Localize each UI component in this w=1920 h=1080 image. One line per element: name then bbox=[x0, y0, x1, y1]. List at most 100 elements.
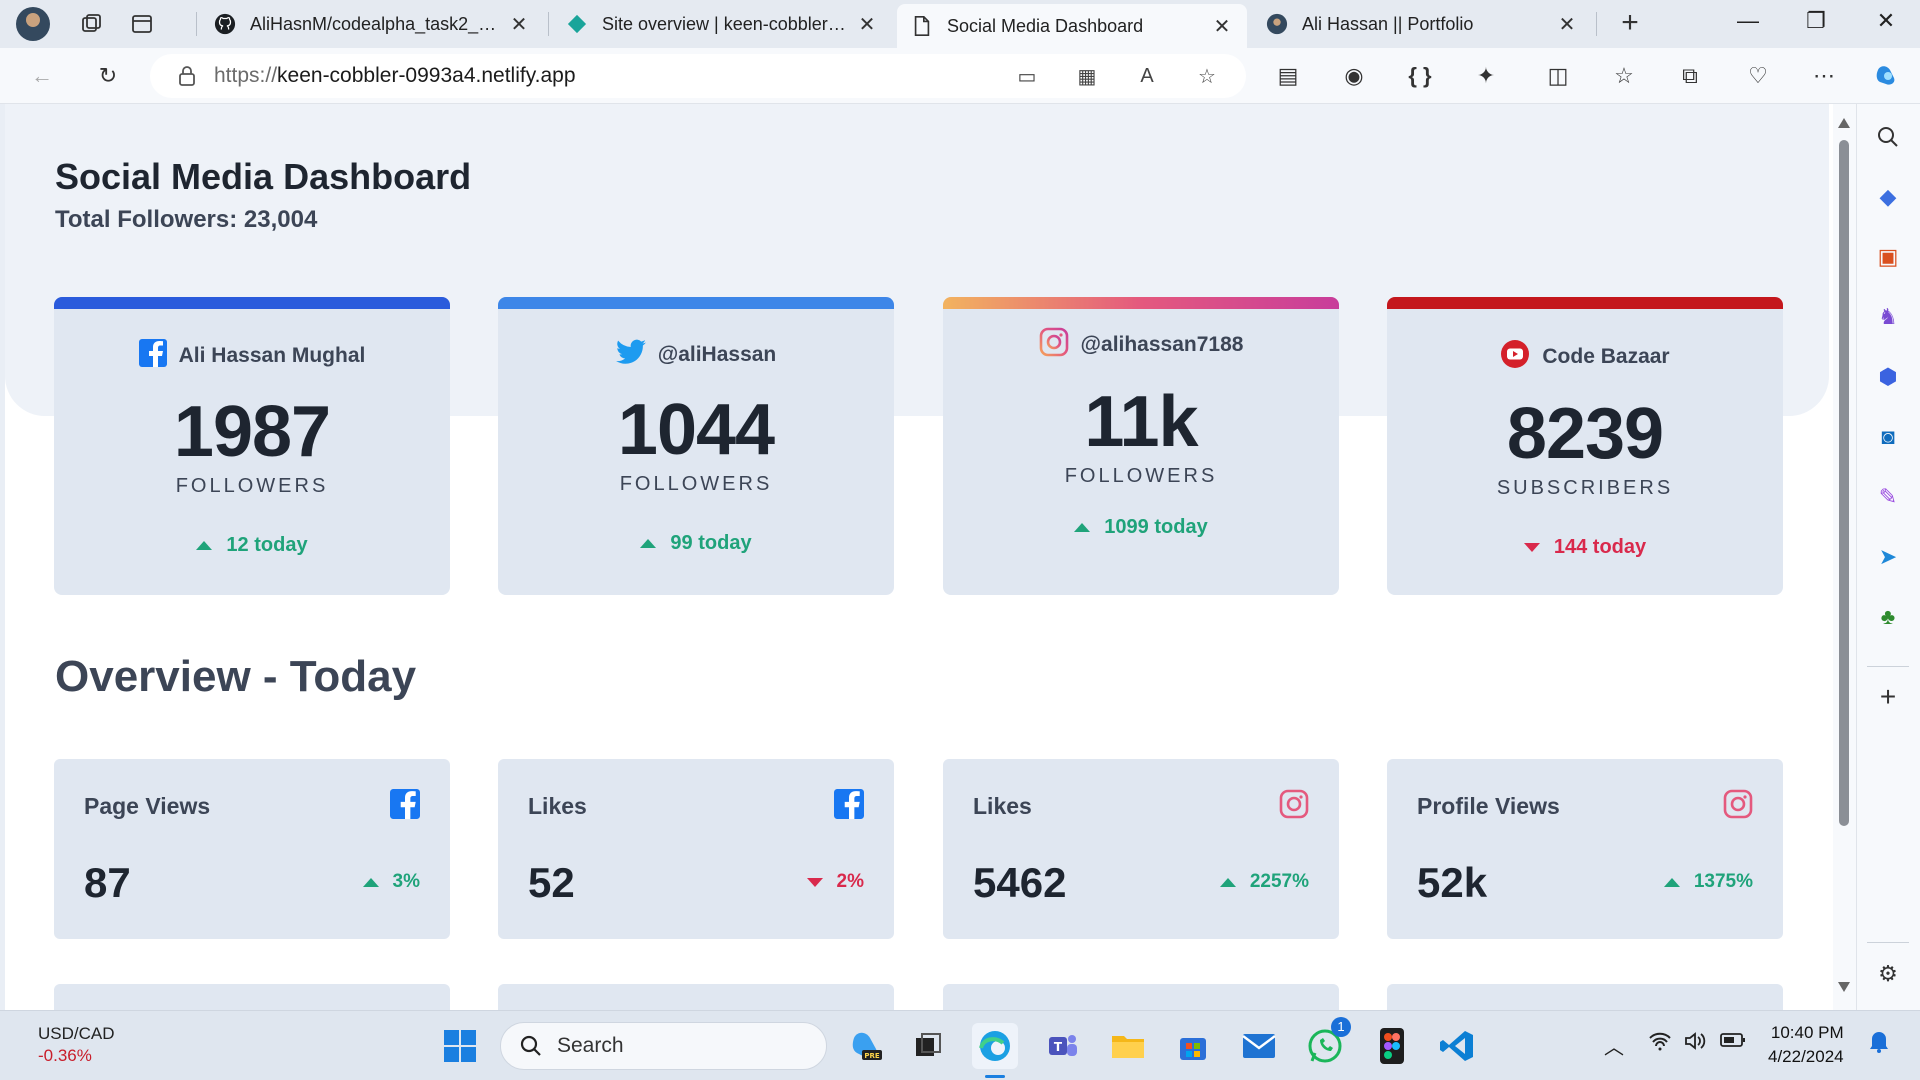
edge-browser-icon[interactable] bbox=[972, 1023, 1018, 1069]
show-hidden-icons-icon[interactable]: ︿ bbox=[1604, 1031, 1624, 1060]
search-icon[interactable] bbox=[1873, 122, 1903, 152]
split-screen-icon[interactable]: ◫ bbox=[1542, 60, 1574, 92]
restore-button[interactable]: ❐ bbox=[1796, 8, 1836, 40]
tab-github[interactable]: AliHasnM/codealpha_task2_social ✕ bbox=[200, 5, 544, 43]
microsoft-365-icon[interactable]: ⬢ bbox=[1873, 362, 1903, 392]
tools-icon[interactable]: ▣ bbox=[1873, 242, 1903, 272]
card-delta: 1099 today bbox=[943, 516, 1339, 539]
scroll-thumb[interactable] bbox=[1839, 140, 1849, 826]
tree-icon[interactable]: ♣ bbox=[1873, 602, 1903, 632]
wifi-icon[interactable] bbox=[1648, 1031, 1672, 1057]
youtube-icon bbox=[1500, 339, 1530, 375]
twitter-followers-card[interactable]: @aliHassan 1044 FOLLOWERS 99 today bbox=[498, 297, 894, 595]
address-bar[interactable]: https://keen-cobbler-0993a4.netlify.app … bbox=[150, 54, 1246, 98]
volume-icon[interactable] bbox=[1684, 1031, 1708, 1057]
card-handle: @aliHassan bbox=[657, 343, 777, 366]
add-icon[interactable]: + bbox=[1873, 681, 1903, 712]
up-arrow-icon bbox=[1663, 877, 1680, 887]
overview-label: Likes bbox=[973, 793, 1032, 819]
overview-value: 52k bbox=[1417, 859, 1488, 906]
overview-card-partial[interactable] bbox=[498, 984, 894, 1010]
send-icon[interactable]: ➤ bbox=[1873, 542, 1903, 572]
instagram-followers-card[interactable]: @alihassan7188 11k FOLLOWERS 1099 today bbox=[943, 297, 1339, 595]
windows-start-icon[interactable] bbox=[437, 1023, 483, 1069]
minimize-button[interactable]: — bbox=[1728, 8, 1768, 40]
task-view-icon[interactable] bbox=[905, 1023, 951, 1069]
netlify-icon bbox=[566, 13, 588, 35]
favorites-icon[interactable]: ☆ bbox=[1608, 60, 1640, 92]
overview-label: Page Views bbox=[84, 793, 211, 819]
back-icon[interactable]: ← bbox=[26, 60, 58, 92]
overview-label: Likes bbox=[528, 793, 587, 819]
tab-netlify[interactable]: Site overview | keen-cobbler-0993a4 ✕ bbox=[552, 5, 892, 43]
read-aloud-icon[interactable]: A bbox=[1132, 61, 1162, 91]
teams-icon[interactable]: T bbox=[1040, 1023, 1086, 1069]
card-delta: 99 today bbox=[498, 532, 894, 555]
refresh-icon[interactable]: ↻ bbox=[92, 60, 124, 92]
battery-icon[interactable] bbox=[1720, 1031, 1746, 1054]
total-followers: Total Followers: 23,004 bbox=[55, 206, 318, 233]
tab-portfolio[interactable]: Ali Hassan || Portfolio ✕ bbox=[1252, 5, 1592, 43]
stock-widget[interactable]: USD/CAD -0.36% bbox=[38, 1023, 115, 1067]
down-arrow-icon bbox=[806, 877, 823, 887]
overview-card-instagram-likes[interactable]: Likes 5462 2257% bbox=[943, 759, 1339, 939]
close-tab-icon[interactable]: ✕ bbox=[1211, 14, 1233, 39]
youtube-subscribers-card[interactable]: Code Bazaar 8239 SUBSCRIBERS 144 today bbox=[1387, 297, 1783, 595]
tab-title: AliHasnM/codealpha_task2_social bbox=[250, 13, 500, 34]
overview-card-facebook-likes[interactable]: Likes 52 2% bbox=[498, 759, 894, 939]
lock-icon[interactable] bbox=[178, 65, 198, 87]
profile-avatar[interactable] bbox=[16, 7, 50, 41]
close-window-button[interactable]: ✕ bbox=[1866, 8, 1906, 40]
overview-card-partial[interactable] bbox=[54, 984, 450, 1010]
scroll-down-icon[interactable] bbox=[1838, 982, 1850, 992]
more-options-icon[interactable]: ⋯ bbox=[1808, 60, 1840, 92]
vscode-icon[interactable] bbox=[1434, 1023, 1480, 1069]
overview-card-partial[interactable] bbox=[1387, 984, 1783, 1010]
shopping-tag-icon[interactable]: ◆ bbox=[1873, 182, 1903, 212]
browser-essentials-icon[interactable]: ♡ bbox=[1742, 60, 1774, 92]
overview-label: Profile Views bbox=[1417, 793, 1560, 819]
card-count: 1044 bbox=[617, 390, 775, 470]
devtools-icon[interactable]: { } bbox=[1404, 60, 1436, 92]
games-icon[interactable]: ♞ bbox=[1873, 302, 1903, 332]
favorite-star-icon[interactable]: ☆ bbox=[1192, 61, 1222, 91]
mail-icon[interactable] bbox=[1236, 1023, 1282, 1069]
overview-card-page-views[interactable]: Page Views 87 3% bbox=[54, 759, 450, 939]
extensions-icon[interactable]: ✦ bbox=[1470, 60, 1502, 92]
settings-gear-icon[interactable]: ⚙ bbox=[1873, 959, 1903, 989]
camera-icon[interactable]: ◉ bbox=[1338, 60, 1370, 92]
close-tab-icon[interactable]: ✕ bbox=[508, 12, 530, 37]
qr-code-icon[interactable]: ▦ bbox=[1072, 61, 1102, 91]
file-explorer-icon[interactable] bbox=[1105, 1023, 1151, 1069]
web-capture-icon[interactable]: ▤ bbox=[1272, 60, 1304, 92]
notification-bell-icon[interactable] bbox=[1868, 1029, 1890, 1059]
microsoft-store-icon[interactable] bbox=[1170, 1023, 1216, 1069]
new-tab-button[interactable]: + bbox=[1614, 8, 1646, 40]
workspaces-icon[interactable] bbox=[78, 10, 106, 38]
facebook-followers-card[interactable]: Ali Hassan Mughal 1987 FOLLOWERS 12 toda… bbox=[54, 297, 450, 595]
designer-icon[interactable]: ✎ bbox=[1873, 482, 1903, 512]
copilot-icon[interactable] bbox=[1870, 60, 1902, 92]
clock-time: 10:40 PM bbox=[1770, 1023, 1844, 1042]
tab-title: Ali Hassan || Portfolio bbox=[1302, 13, 1474, 34]
taskbar-search[interactable]: Search bbox=[500, 1022, 827, 1070]
system-clock[interactable]: 10:40 PM 4/22/2024 bbox=[1768, 1021, 1844, 1069]
up-arrow-icon bbox=[362, 877, 379, 887]
url-text[interactable]: https://keen-cobbler-0993a4.netlify.app bbox=[214, 64, 576, 88]
tab-title: Social Media Dashboard bbox=[947, 15, 1144, 36]
overview-card-partial[interactable] bbox=[943, 984, 1339, 1010]
figma-icon[interactable] bbox=[1369, 1023, 1415, 1069]
outlook-icon[interactable]: ◙ bbox=[1873, 422, 1903, 452]
close-tab-icon[interactable]: ✕ bbox=[856, 12, 878, 37]
tab-social-media-dashboard[interactable]: Social Media Dashboard ✕ bbox=[897, 4, 1247, 48]
overview-delta: 2% bbox=[806, 871, 864, 893]
collections-icon[interactable]: ⧉ bbox=[1674, 60, 1706, 92]
copilot-preview-icon[interactable]: PRE bbox=[843, 1023, 889, 1069]
vertical-tabs-icon[interactable] bbox=[128, 10, 156, 38]
close-tab-icon[interactable]: ✕ bbox=[1556, 12, 1578, 37]
svg-text:T: T bbox=[1054, 1040, 1063, 1054]
page-scrollbar[interactable] bbox=[1833, 104, 1856, 1010]
overview-card-profile-views[interactable]: Profile Views 52k 1375% bbox=[1387, 759, 1783, 939]
scroll-up-icon[interactable] bbox=[1838, 118, 1850, 128]
app-available-icon[interactable]: ▭ bbox=[1012, 61, 1042, 91]
